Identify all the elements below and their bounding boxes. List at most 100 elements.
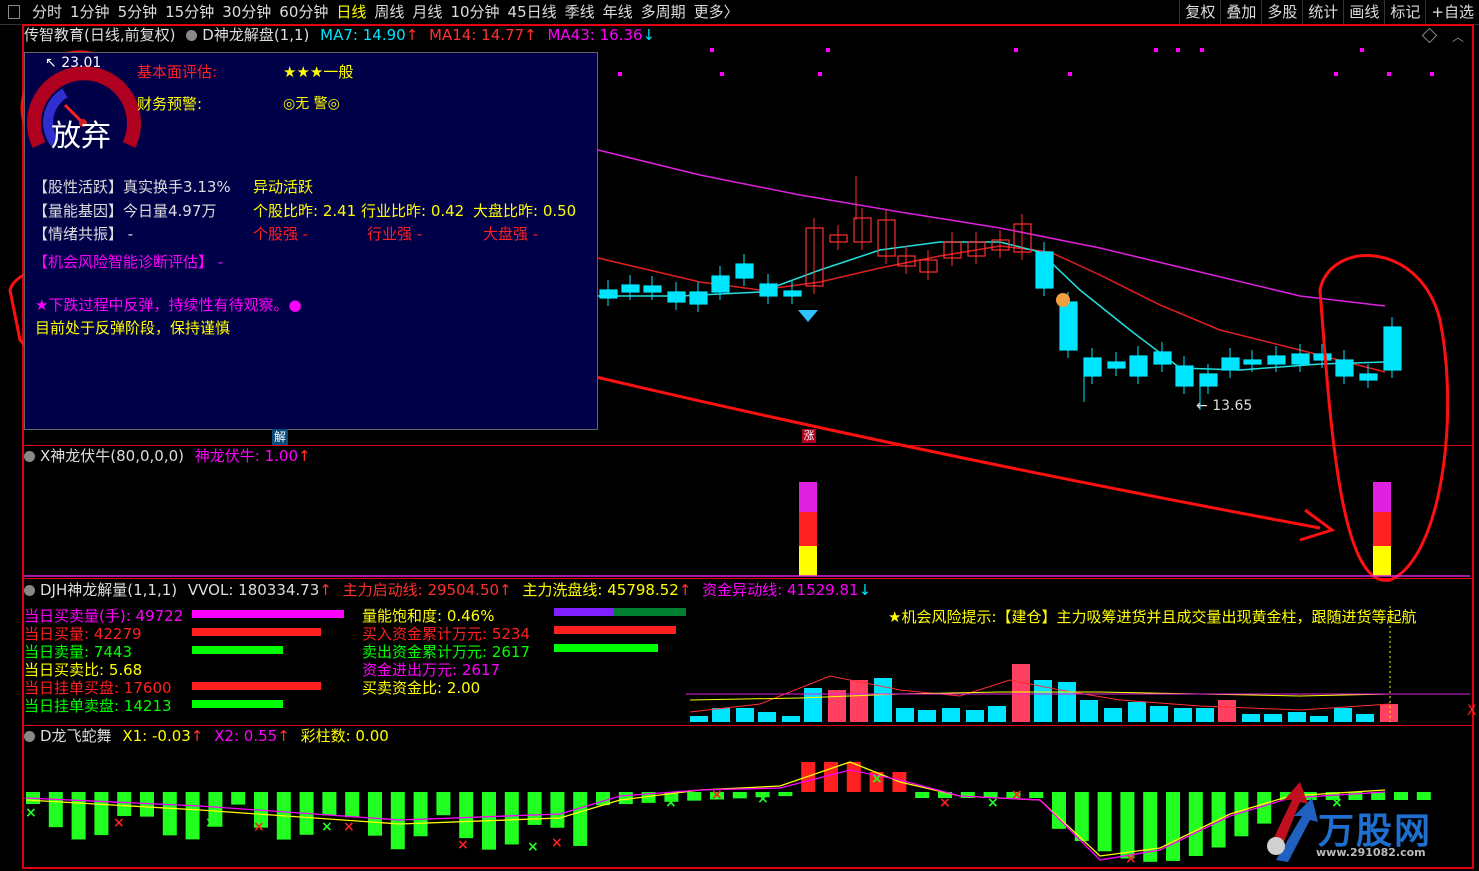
energy-market: 大盘比昨: 0.50	[473, 202, 577, 220]
vol-bar-14	[1012, 664, 1030, 722]
low-price-label: ← 13.65	[1196, 398, 1253, 414]
high-price-value: 23.01	[61, 55, 102, 71]
dfsw-x-mark-2: ×	[205, 815, 217, 831]
dfsw-x-mark-4: ×	[321, 819, 333, 835]
dfsw-x-mark-0: ×	[25, 805, 37, 821]
panel2-header: X神龙伏牛(80,0,0,0) 神龙伏牛: 1.00↑	[24, 446, 311, 466]
diamond-gem-icon	[798, 310, 818, 322]
vol-bar-1	[712, 708, 730, 722]
dfsw-bar-14	[345, 792, 360, 818]
vvol-value: VVOL: 180334.73	[187, 581, 320, 599]
active-label: 【股性活跃】真实换手3.13%	[33, 178, 231, 196]
stat-right-4: 买卖资金比: 2.00	[362, 679, 481, 697]
dfsw-yellow-line	[25, 761, 1386, 857]
stat-bar-0	[192, 610, 344, 618]
vol-bar-24	[1242, 714, 1260, 722]
x2-value: X2: 0.55	[214, 727, 278, 745]
axis-x-label: X	[1467, 703, 1477, 719]
top-dot-5	[1200, 48, 1204, 52]
candle-27	[1221, 357, 1240, 371]
panel2-title[interactable]: X神龙伏牛(80,0,0,0)	[40, 447, 184, 465]
panel3-toggle-icon[interactable]	[24, 585, 35, 596]
panel2-toggle-icon[interactable]	[24, 451, 35, 462]
jie-marker[interactable]: 解	[272, 429, 288, 445]
panel4-title[interactable]: D龙飞蛇舞	[40, 727, 112, 745]
vol-bar-29	[1356, 714, 1374, 722]
vol-bar-13	[988, 706, 1006, 722]
panel2-arrow-icon: ↑	[298, 447, 311, 465]
dfsw-bar-17	[413, 792, 428, 837]
dfsw-bar-50	[1166, 792, 1180, 861]
mood-stock: 个股强 -	[253, 225, 309, 243]
wash-arrow-icon: ↑	[678, 581, 692, 599]
fuiniu-bar-4	[1373, 512, 1391, 546]
stat-bar-5	[192, 700, 284, 708]
dfsw-x-mark-10: ×	[665, 795, 677, 811]
top-dot-3	[1154, 48, 1158, 52]
dfsw-x-mark-7: ×	[457, 837, 469, 853]
fuiniu-bar-1	[799, 512, 817, 546]
panel3-header: DJH神龙解量(1,1,1) VVOL: 180334.73↑ 主力启动线: 2…	[24, 580, 871, 600]
fuiniu-bar-0	[799, 482, 817, 512]
dfsw-bar-36	[846, 762, 861, 792]
warn-value: ◎无 警◎	[283, 96, 340, 112]
vol-bar-4	[782, 716, 800, 722]
dfsw-bar-3	[94, 792, 109, 836]
vol-bar-2	[736, 708, 754, 722]
buy-fund-bar	[554, 626, 676, 634]
colorbar-count: 彩柱数: 0.00	[300, 727, 389, 745]
dfsw-bar-44	[1029, 792, 1044, 798]
vol-bar-11	[942, 708, 960, 722]
fund-label: 基本面评估:	[137, 63, 218, 81]
mood-industry: 行业强 -	[367, 225, 423, 243]
vvol-arrow-icon: ↑	[319, 581, 332, 599]
start-line-value: 主力启动线: 29504.50	[342, 581, 500, 599]
panel3-title[interactable]: DJH神龙解量(1,1,1)	[40, 581, 177, 599]
top-dot-8	[720, 72, 724, 76]
ma14-line	[597, 245, 1386, 373]
vol-bar-9	[896, 708, 914, 722]
saturation-bar-fill	[554, 608, 614, 616]
dfsw-bar-47	[1097, 792, 1112, 852]
stat-bar-4	[192, 682, 322, 690]
dfsw-bar-39	[915, 792, 930, 798]
dfsw-bar-9	[231, 792, 246, 805]
top-dot-9	[818, 72, 822, 76]
x2-arrow-icon: ↑	[277, 727, 290, 745]
fuiniu-bar-2	[799, 546, 817, 576]
dfsw-x-mark-8: ×	[527, 839, 539, 855]
low-price-value: 13.65	[1212, 398, 1253, 414]
candle-3	[667, 291, 686, 303]
vol-bar-17	[1080, 700, 1098, 722]
candle-8	[783, 290, 802, 297]
x1-value: X1: -0.03	[122, 727, 191, 745]
wash-line-value: 主力洗盘线: 45798.52	[522, 581, 679, 599]
mood-market: 大盘强 -	[483, 225, 539, 243]
energy-stock: 个股比昨: 2.41	[253, 202, 357, 220]
candle-0	[599, 289, 618, 299]
dfsw-x-mark-14: ×	[939, 795, 951, 811]
energy-label: 【量能基因】今日量4.97万	[33, 202, 217, 220]
vol-bar-0	[690, 716, 708, 722]
gauge-text: 放弃	[51, 119, 111, 154]
candle-4	[689, 291, 708, 305]
abnormal-arrow-icon: ↓	[858, 581, 872, 599]
dfsw-x-mark-6: ×	[389, 821, 401, 837]
high-price-label: ↖ 23.01	[45, 55, 102, 71]
dfsw-bar-21	[504, 792, 519, 845]
zhang-marker[interactable]: 涨	[802, 429, 816, 443]
candle-29	[1267, 355, 1286, 365]
vol-bar-22	[1196, 708, 1214, 722]
vol-bar-7	[850, 680, 868, 722]
watermark-logo: 万股网 www.291082.com	[1262, 780, 1462, 866]
top-dot-12	[1387, 72, 1391, 76]
candle-7	[759, 283, 778, 297]
top-dot-0	[710, 48, 714, 52]
panel4-toggle-icon[interactable]	[24, 731, 35, 742]
vol-bar-28	[1334, 708, 1352, 722]
ma7-line	[598, 241, 1386, 371]
dfsw-x-mark-1: ×	[113, 815, 125, 831]
vol-bar-30	[1380, 704, 1398, 722]
dfsw-bar-29	[687, 792, 702, 801]
top-dot-11	[1334, 72, 1338, 76]
